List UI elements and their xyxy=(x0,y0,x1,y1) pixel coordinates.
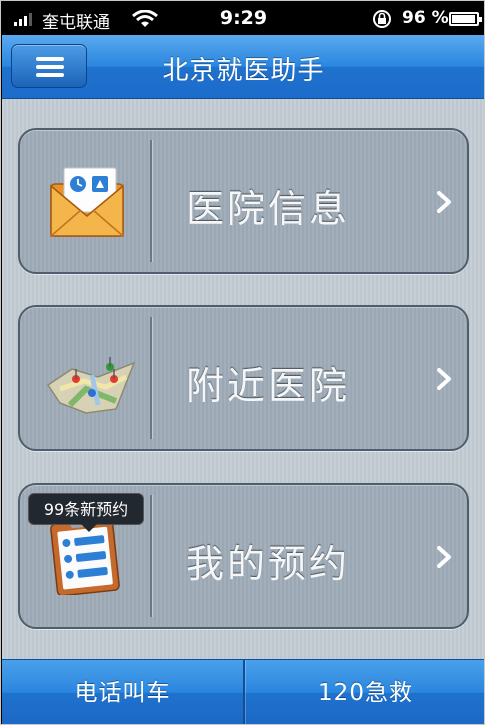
battery-percent: 96 % xyxy=(402,8,449,28)
map-icon xyxy=(46,357,136,414)
menu-item-nearby-hospitals[interactable]: 附近医院 xyxy=(18,305,469,451)
new-appointments-badge: 99条新预约 xyxy=(28,493,144,532)
menu-item-label: 医院信息 xyxy=(186,187,351,231)
menu-item-label: 附近医院 xyxy=(186,364,351,408)
battery-icon xyxy=(449,12,482,26)
page-title: 北京就医助手 xyxy=(162,56,325,86)
chevron-right-icon xyxy=(437,191,451,213)
main-content: 医院信息 附近医院 我的预约 99条新预约 xyxy=(2,99,484,659)
rotation-lock-icon xyxy=(373,10,391,28)
chevron-right-icon xyxy=(437,546,451,568)
battery-level xyxy=(452,15,475,23)
call-taxi-button[interactable]: 电话叫车 xyxy=(2,660,243,724)
app-screen: 奎屯联通 9:29 96 % 北京就医助手 医院信息 附近医院 我的预约 99条… xyxy=(0,0,485,725)
envelope-icon xyxy=(50,167,124,237)
nav-bar: 北京就医助手 xyxy=(2,35,484,99)
menu-item-label: 我的预约 xyxy=(186,542,351,586)
emergency-120-button[interactable]: 120急救 xyxy=(245,660,484,724)
status-bar: 奎屯联通 9:29 96 % xyxy=(2,2,484,35)
menu-item-hospital-info[interactable]: 医院信息 xyxy=(18,128,469,274)
bottom-bar: 电话叫车 120急救 xyxy=(2,659,484,724)
chevron-right-icon xyxy=(437,368,451,390)
